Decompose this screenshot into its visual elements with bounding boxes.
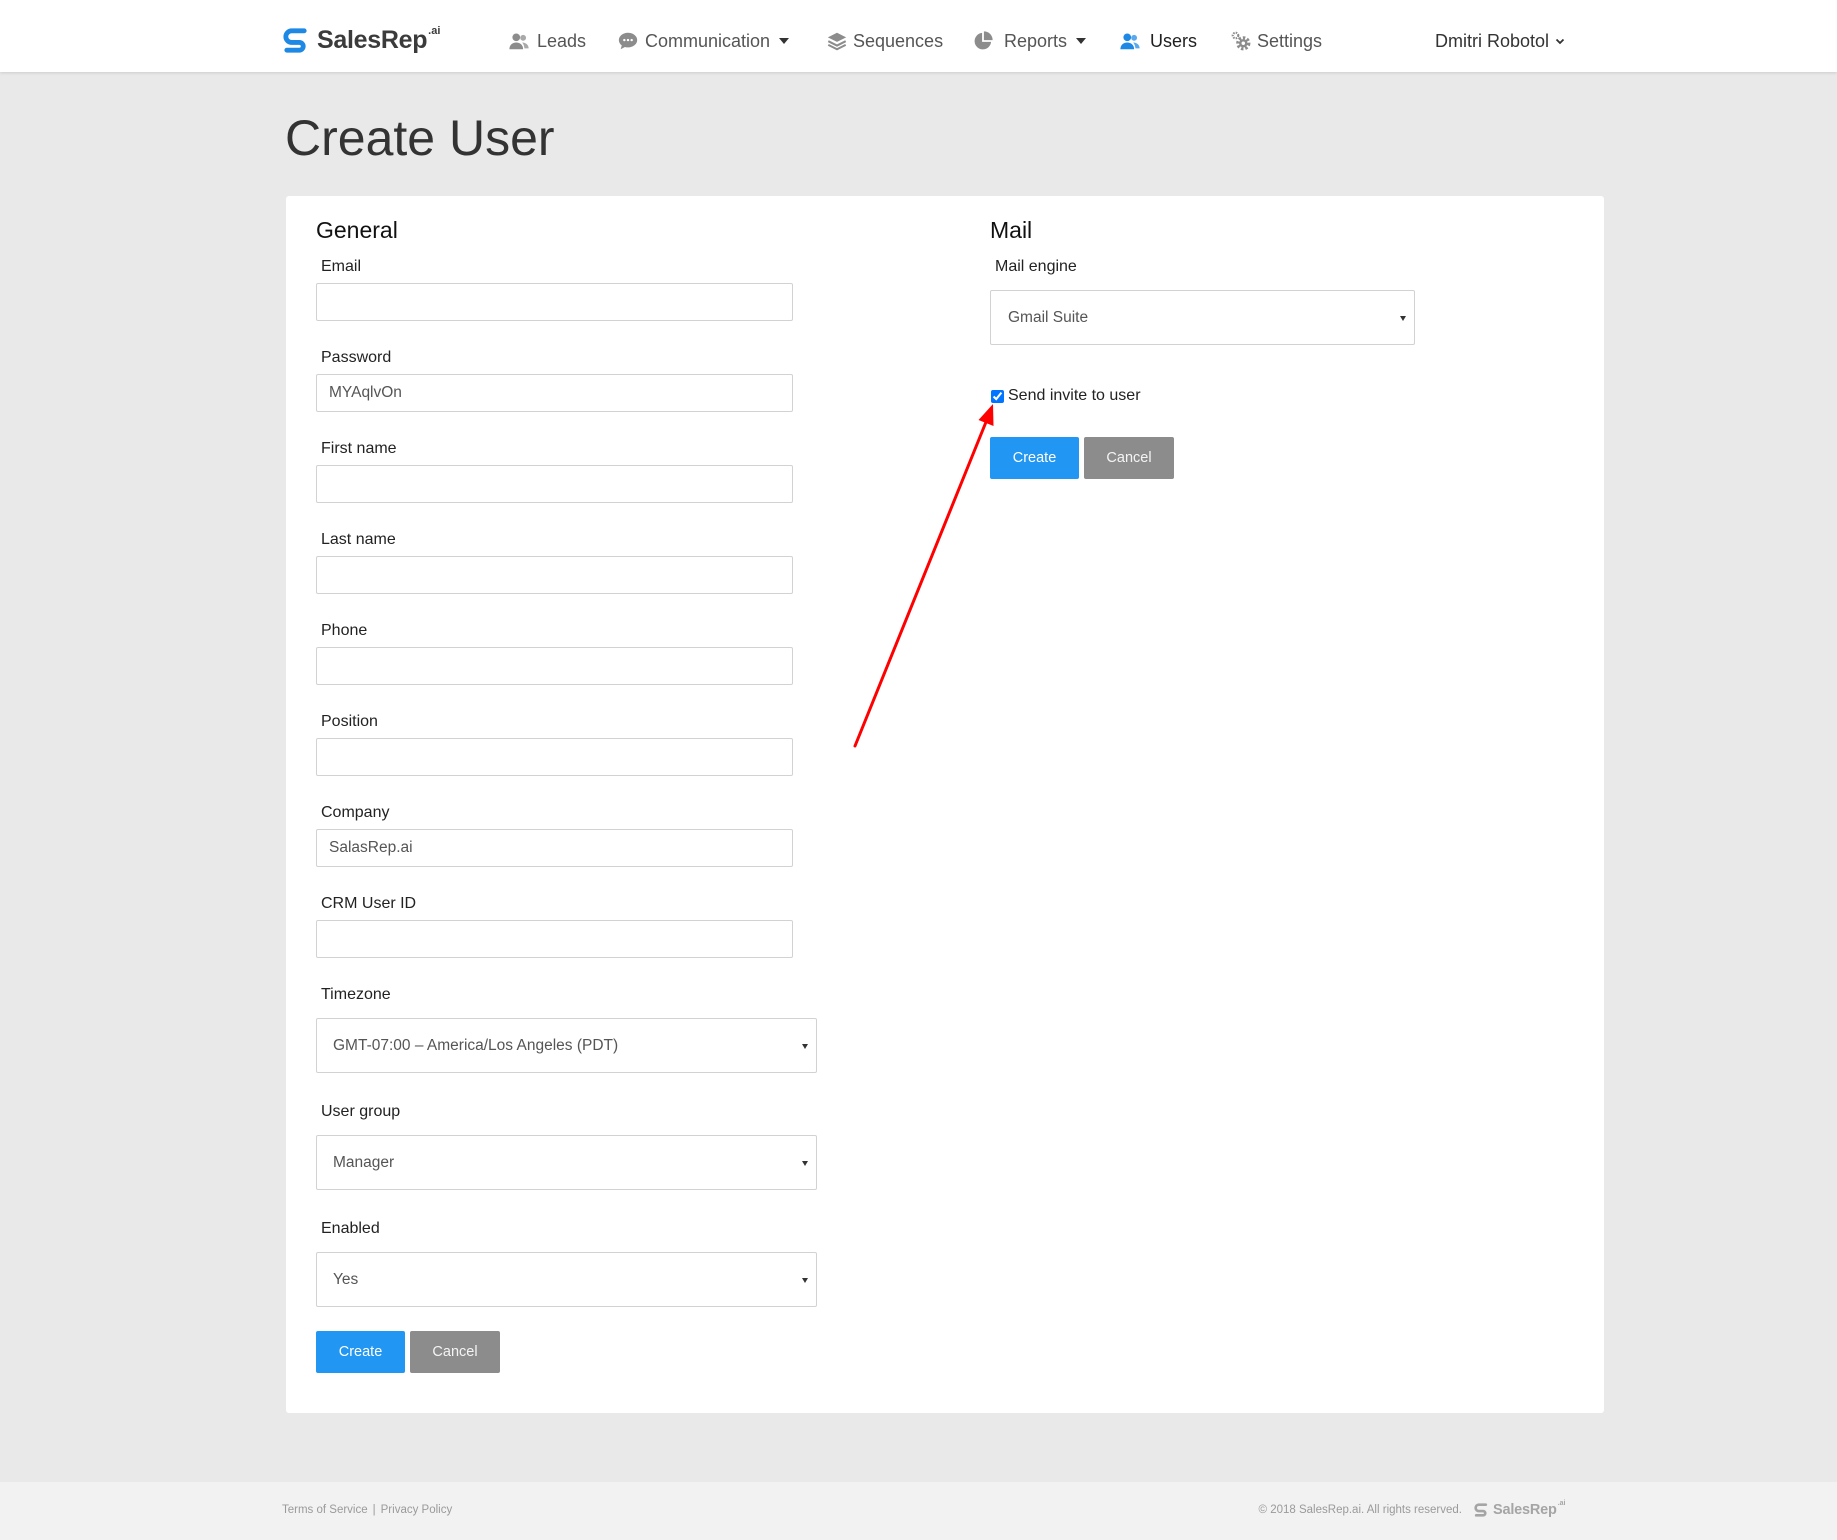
settings-icon (1230, 30, 1252, 52)
copyright-text: © 2018 SalesRep.ai. All rights reserved. (1258, 1504, 1462, 1516)
select-arrow-icon (802, 1161, 808, 1166)
last-name-group: Last name (316, 530, 836, 594)
position-label: Position (321, 713, 378, 730)
mail-engine-selected-value: Gmail Suite (1008, 308, 1089, 326)
nav-label-users: Users (1150, 30, 1198, 51)
nav-item-sequences[interactable]: Sequences (826, 23, 943, 59)
first-name-label: First name (321, 440, 397, 457)
nav-label-reports: Reports (1004, 30, 1068, 51)
timezone-select[interactable]: GMT-07:00 – America/Los Angeles (PDT) (316, 1018, 817, 1073)
privacy-link[interactable]: Privacy Policy (381, 1504, 453, 1516)
user-group-selected-value: Manager (333, 1153, 395, 1171)
mail-engine-label: Mail engine (995, 258, 1077, 275)
general-section: General Email Password First name Last n… (316, 216, 836, 1373)
chevron-down-icon (1555, 36, 1565, 46)
mail-button-row: Create Cancel (990, 437, 1430, 479)
select-arrow-icon (1400, 316, 1406, 321)
general-button-row: Create Cancel (316, 1331, 836, 1373)
user-menu[interactable]: Dmitri Robotol (1435, 23, 1565, 59)
users-icon (1119, 30, 1141, 52)
brand-name: SalesRep (317, 26, 428, 54)
nav-label-sequences: Sequences (853, 30, 944, 51)
nav-label-leads: Leads (537, 30, 587, 51)
timezone-selected-value: GMT-07:00 – America/Los Angeles (PDT) (333, 1036, 619, 1054)
nav-label-communication: Communication (645, 30, 771, 51)
user-name: Dmitri Robotol (1435, 30, 1550, 51)
enabled-select[interactable]: Yes (316, 1252, 817, 1307)
enabled-selected-value: Yes (333, 1270, 359, 1288)
position-field[interactable] (316, 738, 793, 776)
crm-user-id-group: CRM User ID (316, 894, 836, 958)
user-group-select[interactable]: Manager (316, 1135, 817, 1190)
nav-item-users[interactable]: Users (1119, 23, 1197, 59)
crm-user-id-field[interactable] (316, 920, 793, 958)
footer-brand-suffix: .ai (1557, 1500, 1566, 1507)
brand-logo[interactable]: SalesRep .ai (281, 24, 440, 56)
last-name-label: Last name (321, 531, 396, 548)
mail-engine-group: Mail engine Gmail Suite (990, 257, 1430, 345)
footer-brand-name: SalesRep (1493, 1502, 1557, 1518)
select-arrow-icon (802, 1278, 808, 1283)
nav-label-settings: Settings (1257, 30, 1323, 51)
user-group-group: User group Manager (316, 1102, 836, 1190)
enabled-group: Enabled Yes (316, 1219, 836, 1307)
nav-item-settings[interactable]: Settings (1230, 23, 1322, 59)
footer: Terms of Service | Privacy Policy © 2018… (0, 1482, 1837, 1540)
caret-down-icon (1076, 38, 1087, 44)
phone-field[interactable] (316, 647, 793, 685)
send-invite-row: Send invite to user (990, 386, 1430, 406)
mail-engine-select[interactable]: Gmail Suite (990, 290, 1415, 345)
salesrep-logo-icon (1473, 1502, 1489, 1518)
sequences-icon (826, 30, 848, 52)
company-label: Company (321, 804, 390, 821)
create-button[interactable]: Create (316, 1331, 405, 1373)
email-field[interactable] (316, 283, 793, 321)
create-button[interactable]: Create (990, 437, 1079, 479)
position-group: Position (316, 712, 836, 776)
password-group: Password (316, 348, 836, 412)
password-label: Password (321, 349, 392, 366)
nav-item-leads[interactable]: Leads (508, 23, 586, 59)
timezone-group: Timezone GMT-07:00 – America/Los Angeles… (316, 985, 836, 1073)
general-heading: General (316, 217, 398, 243)
nav-item-reports[interactable]: Reports (972, 23, 1087, 59)
top-navbar: SalesRep .ai Leads Communication Sequenc… (0, 0, 1837, 72)
brand-suffix: .ai (428, 25, 441, 37)
nav-item-communication[interactable]: Communication (617, 23, 790, 59)
cancel-button[interactable]: Cancel (410, 1331, 500, 1373)
communication-icon (617, 30, 639, 52)
last-name-field[interactable] (316, 556, 793, 594)
phone-label: Phone (321, 622, 368, 639)
select-arrow-icon (802, 1044, 808, 1049)
mail-section: Mail Mail engine Gmail Suite Send invite… (990, 216, 1430, 479)
salesrep-logo-icon (281, 26, 310, 55)
email-group: Email (316, 257, 836, 321)
terms-link[interactable]: Terms of Service (282, 1504, 368, 1516)
send-invite-checkbox[interactable] (991, 389, 1004, 403)
phone-group: Phone (316, 621, 836, 685)
timezone-label: Timezone (321, 986, 391, 1003)
leads-icon (508, 30, 530, 52)
first-name-group: First name (316, 439, 836, 503)
footer-links: Terms of Service | Privacy Policy (282, 1482, 452, 1538)
company-group: Company (316, 803, 836, 867)
company-field[interactable] (316, 829, 793, 867)
footer-logo: SalesRep .ai (1473, 1482, 1565, 1538)
crm-user-id-label: CRM User ID (321, 895, 417, 912)
first-name-field[interactable] (316, 465, 793, 503)
cancel-button[interactable]: Cancel (1084, 437, 1174, 479)
user-group-label: User group (321, 1103, 401, 1120)
enabled-label: Enabled (321, 1220, 380, 1237)
reports-icon (972, 30, 994, 52)
email-label: Email (321, 258, 362, 275)
send-invite-label[interactable]: Send invite to user (1008, 386, 1141, 406)
mail-heading: Mail (990, 217, 1033, 243)
footer-separator: | (372, 1504, 376, 1516)
create-user-form-card: General Email Password First name Last n… (286, 196, 1604, 1413)
password-field[interactable] (316, 374, 793, 412)
page-title: Create User (285, 110, 555, 166)
caret-down-icon (779, 38, 790, 44)
